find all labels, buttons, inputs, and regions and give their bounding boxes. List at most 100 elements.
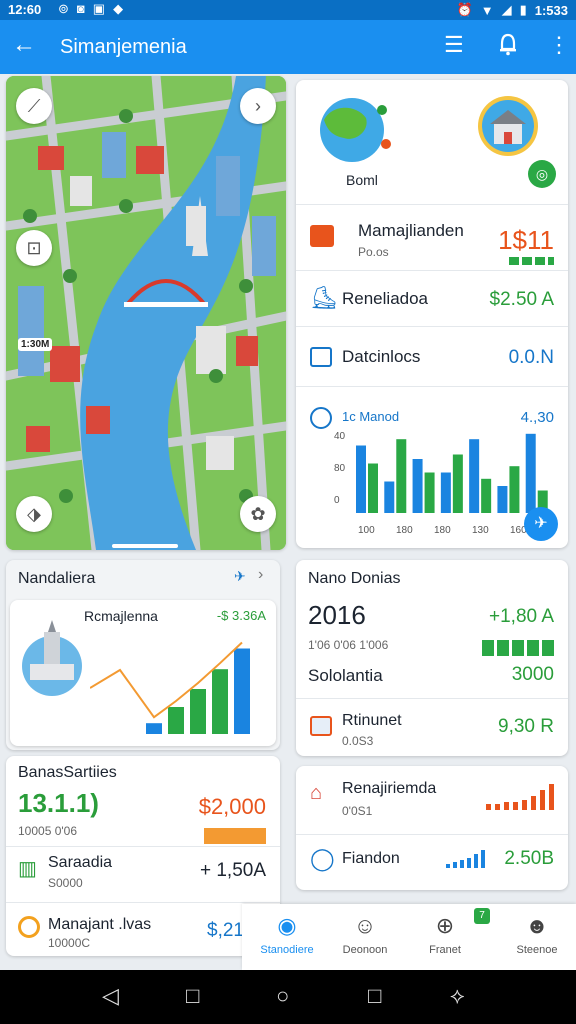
chart-bar — [481, 478, 492, 513]
x-tick-label: 180 — [434, 525, 451, 536]
chart-bar — [168, 707, 184, 734]
world-map-illustration — [310, 94, 394, 173]
tab-label: Franet — [429, 944, 461, 956]
bell-icon[interactable] — [497, 32, 519, 62]
chart-bar — [412, 459, 423, 513]
row-value: 2.50B — [504, 848, 554, 869]
map-vehicle-button[interactable]: ⊡ — [16, 230, 52, 266]
person-icon: ☺ — [353, 913, 377, 938]
map-location-button[interactable]: ✿ — [240, 496, 276, 532]
mini-bars-icon — [509, 257, 554, 265]
globe-badge-icon[interactable]: ◎ — [528, 160, 556, 188]
battery-icon: ▮ — [519, 2, 527, 17]
chart-bar — [384, 481, 395, 513]
status-notification-icons: ⊚ ◙ ▣ ◆ — [58, 1, 123, 17]
map-compass-button[interactable]: ⬗ — [16, 496, 52, 532]
chart-bar — [146, 723, 162, 734]
orange-bars-icon — [486, 784, 554, 810]
y-tick-label: 80 — [334, 463, 346, 474]
row-value: $,21 — [207, 920, 244, 941]
map-caption: Boml — [346, 172, 378, 188]
row-value: 1$11 — [498, 225, 554, 255]
tab-label: Deonoon — [342, 944, 388, 956]
store-icon: ⌂ — [310, 782, 323, 804]
tab-profile[interactable]: ☻ Steenoe — [498, 912, 576, 956]
y-tick-label: 40 — [334, 431, 346, 442]
tab-discover[interactable]: ☺ Deonoon — [326, 912, 404, 956]
chart-bar — [212, 669, 228, 734]
safe-icon — [310, 716, 332, 736]
city-map[interactable]: ⟋ › ⊡ 1:30M ⬗ ✿ — [6, 76, 286, 550]
back-arrow-icon[interactable]: ← — [12, 32, 36, 58]
alarm-icon: ⏰ — [456, 2, 473, 17]
bar-chart-panel: 1c Manod 4.,30 40 80 0 100 180 180 130 160 ✈ — [296, 386, 568, 548]
location-notification-icon: ◆ — [113, 1, 124, 16]
x-tick-label: 180 — [396, 525, 413, 536]
notification-badge: 7 — [474, 908, 490, 924]
row-title: Mamajlianden — [358, 221, 464, 240]
status-time: 12:60 — [8, 2, 42, 17]
status-bar: 12:60 ⊚ ◙ ▣ ◆ ⏰ ▼ ◢ ▮ 1:533 — [0, 0, 576, 20]
tab-label: Stanodiere — [260, 944, 314, 956]
app-bar: ← Simanjemenia ☰ ⋮ — [0, 20, 576, 74]
year-change: +1,80 A — [489, 606, 554, 627]
balance-amount: $2,000 — [198, 794, 266, 819]
chart-bar — [469, 439, 480, 513]
chart-bar — [190, 689, 206, 734]
tab-finance[interactable]: ⊕ Franet — [406, 912, 484, 956]
battery-level: 1:533 — [534, 2, 568, 18]
overflow-menu-icon[interactable]: ⋮ — [548, 32, 570, 58]
chart-bar — [356, 445, 366, 513]
globe-icon: ⊕ — [435, 913, 455, 938]
square-icon[interactable]: □ — [186, 982, 199, 1010]
tab-home[interactable]: ◉ Stanodiere — [248, 912, 326, 956]
shoe-icon: ⛸ — [310, 285, 338, 310]
chevron-right-icon[interactable]: › — [258, 566, 263, 584]
finance-summary-card: Boml ◎ Mamajlianden Po.os 1$11 ⛸ Renelia… — [296, 80, 568, 548]
card-title: Rcmajlenna — [84, 608, 158, 624]
chart-fab-button[interactable]: ✈ — [524, 507, 558, 541]
row-value: $2.50 A — [489, 289, 554, 310]
chart-bar — [396, 439, 407, 513]
chat-notification-icon: ⊚ — [58, 1, 69, 16]
signal-icon: ◢ — [501, 2, 512, 17]
recents-icon[interactable]: □ — [368, 982, 381, 1010]
map-drag-handle[interactable] — [112, 544, 178, 548]
balance-value: 13.1.1) — [18, 788, 99, 818]
list-item[interactable]: Datcinlocs 0.0.N — [296, 326, 568, 386]
row-title: Saraadia — [48, 854, 113, 871]
page-title: Simanjemenia — [60, 36, 187, 58]
inner-chart-card[interactable]: Rcmajlenna -$ 3.36A — [10, 600, 276, 746]
back-triangle-icon[interactable]: ◁ — [102, 982, 119, 1010]
menu-list-icon[interactable]: ☰ — [444, 32, 464, 58]
assistant-icon[interactable]: ⟡ — [450, 982, 465, 1010]
x-tick-label: 130 — [472, 525, 489, 536]
status-system-icons: ⏰ ▼ ◢ ▮ 1:533 — [457, 2, 568, 18]
coin-icon — [18, 916, 40, 938]
home-circle-icon[interactable]: ○ — [276, 982, 289, 1010]
map-forward-button[interactable]: › — [240, 88, 276, 124]
x-tick-label: 100 — [358, 525, 375, 536]
balance-panel: BanasSartiies 13.1.1) 10005 0'06 $2,000 … — [6, 756, 280, 956]
row-title: Rtinunet — [342, 712, 402, 729]
list-item[interactable]: Mamajlianden Po.os 1$11 — [296, 204, 568, 270]
map-layers-button[interactable]: ⟋ — [16, 88, 52, 124]
chart-bar — [525, 433, 536, 513]
chart-bar — [497, 486, 508, 513]
section-title: Nandaliera — [18, 570, 96, 587]
list-item[interactable]: ⛸ Reneliadoa $2.50 A — [296, 270, 568, 326]
row-title: Sololantia — [308, 666, 383, 685]
amount-bar — [204, 828, 266, 844]
right-overview-panel: Nano Donias 2016 1'06 0'06 1'006 +1,80 A… — [296, 560, 568, 756]
chart-bar — [509, 466, 520, 513]
tab-label: Steenoe — [516, 944, 558, 956]
section-title: Nano Donias — [308, 570, 401, 587]
share-icon[interactable]: ✈ — [234, 568, 246, 585]
right-list-panel: ⌂ Renajiriemda 0'0S1 ◯ Fiandon 2.50B — [296, 766, 568, 890]
chart-bar — [368, 463, 378, 513]
balance-subtitle: 10005 0'06 — [18, 824, 78, 838]
home-icon: ◉ — [277, 913, 297, 938]
row-subtitle: 0.0S3 — [342, 734, 374, 748]
wifi-icon: ▼ — [480, 2, 494, 18]
growth-chart — [90, 641, 250, 734]
